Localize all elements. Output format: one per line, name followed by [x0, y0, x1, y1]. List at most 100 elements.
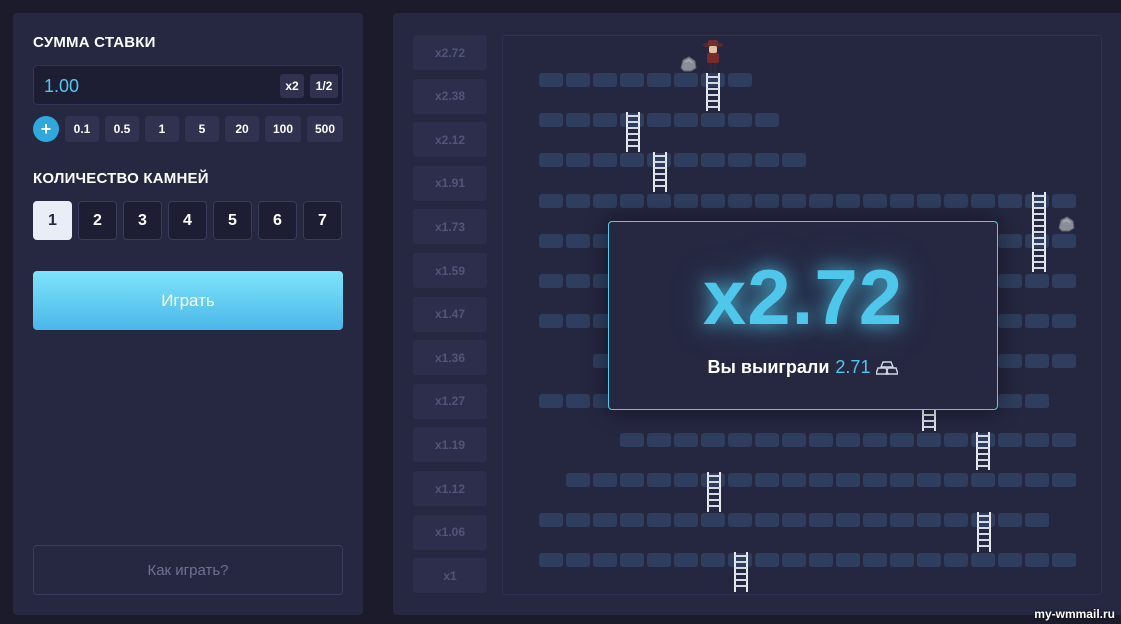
- stone-block: [998, 314, 1022, 328]
- stone-block: [539, 394, 563, 408]
- bet-amount-input[interactable]: [44, 74, 264, 98]
- stone-block: [809, 513, 833, 527]
- stone-block: [998, 553, 1022, 567]
- stones-option-button[interactable]: 4: [168, 201, 207, 240]
- stone-block: [728, 513, 752, 527]
- stone-block: [674, 513, 698, 527]
- stone-block: [539, 553, 563, 567]
- stones-option-button[interactable]: 1: [33, 201, 72, 240]
- win-multiplier: x2.72: [702, 253, 904, 341]
- gold-bars-icon: [876, 360, 899, 375]
- stone-block: [728, 433, 752, 447]
- stone-block: [782, 153, 806, 167]
- multiplier-cell: x1.59: [413, 253, 487, 288]
- stone-block: [917, 513, 941, 527]
- how-to-play-button[interactable]: Как играть?: [33, 545, 343, 595]
- stone-block: [566, 73, 590, 87]
- multiplier-cell: x1.73: [413, 209, 487, 245]
- stone-block: [863, 553, 887, 567]
- stone-block: [566, 113, 590, 127]
- stone-block: [674, 433, 698, 447]
- stone-block: [863, 473, 887, 487]
- ladder-icon: [975, 512, 993, 557]
- stone-block: [836, 513, 860, 527]
- stone-block: [728, 73, 752, 87]
- stone-block: [809, 553, 833, 567]
- stones-option-button[interactable]: 6: [258, 201, 297, 240]
- stone-block: [890, 194, 914, 208]
- stone-block: [809, 194, 833, 208]
- stone-block: [566, 194, 590, 208]
- stone-block: [620, 513, 644, 527]
- quick-amount-button[interactable]: 500: [307, 116, 343, 142]
- stone-block: [1052, 194, 1076, 208]
- multiplier-cell: x1.47: [413, 296, 487, 332]
- stone-block: [1025, 354, 1049, 368]
- stones-count-title: КОЛИЧЕСТВО КАМНЕЙ: [33, 170, 209, 187]
- stones-option-button[interactable]: 3: [123, 201, 162, 240]
- ladder-icon: [651, 152, 669, 197]
- quick-amount-button[interactable]: 0.1: [65, 116, 99, 142]
- stone-block: [998, 234, 1022, 248]
- stone-block: [566, 153, 590, 167]
- stone-block: [701, 433, 725, 447]
- stone-block: [971, 194, 995, 208]
- play-button[interactable]: Играть: [33, 271, 343, 330]
- multiplier-cell: x1.36: [413, 340, 487, 376]
- quick-amount-button[interactable]: 100: [265, 116, 301, 142]
- quick-amount-button[interactable]: 1: [145, 116, 179, 142]
- stone-block: [1052, 354, 1076, 368]
- stone-block: [1025, 433, 1049, 447]
- stone-block: [1025, 553, 1049, 567]
- stone-block: [944, 473, 968, 487]
- stone-block: [1025, 314, 1049, 328]
- quick-amount-button[interactable]: 0.5: [105, 116, 139, 142]
- stone-block: [539, 194, 563, 208]
- stone-block: [674, 113, 698, 127]
- game-panel: x2.72 x2.38 x2.12 x1.91 x1.73 x1.59 x1.47 x1.36…: [393, 13, 1121, 615]
- stone-block: [566, 234, 590, 248]
- multiplier-cell: x1.91: [413, 165, 487, 201]
- bet-amount-field[interactable]: x2 1/2: [33, 65, 343, 105]
- stone-block: [539, 274, 563, 288]
- win-amount: 2.71: [835, 357, 871, 377]
- plus-icon[interactable]: +: [33, 116, 59, 142]
- stone-block: [593, 553, 617, 567]
- rock-icon: [1057, 216, 1075, 237]
- quick-amount-button[interactable]: 20: [225, 116, 259, 142]
- multiplier-cell: x1: [413, 558, 487, 594]
- stone-block: [593, 473, 617, 487]
- half-bet-button[interactable]: 1/2: [310, 74, 338, 98]
- ladder-icon: [974, 432, 992, 475]
- stones-option-button[interactable]: 5: [213, 201, 252, 240]
- multiplier-cell: x1.27: [413, 383, 487, 419]
- stone-block: [1052, 433, 1076, 447]
- stone-block: [620, 73, 644, 87]
- win-message: Вы выиграли 2.71: [609, 357, 997, 378]
- stone-block: [674, 473, 698, 487]
- stone-block: [755, 513, 779, 527]
- multiplier-cell: x2.38: [413, 78, 487, 114]
- multiplier-cell: x2.12: [413, 122, 487, 158]
- stone-block: [1025, 394, 1049, 408]
- stones-option-button[interactable]: 2: [78, 201, 117, 240]
- double-bet-button[interactable]: x2: [280, 74, 304, 98]
- stone-block: [917, 194, 941, 208]
- stone-block: [917, 553, 941, 567]
- stone-block: [944, 553, 968, 567]
- stone-block: [566, 553, 590, 567]
- stone-block: [755, 553, 779, 567]
- stone-block: [1052, 314, 1076, 328]
- quick-amount-button[interactable]: 5: [185, 116, 219, 142]
- stone-block: [890, 473, 914, 487]
- stone-block: [647, 433, 671, 447]
- stones-option-button[interactable]: 7: [303, 201, 342, 240]
- stone-block: [863, 194, 887, 208]
- multiplier-cell: x2.72: [413, 35, 487, 70]
- multiplier-cell: x1.12: [413, 471, 487, 506]
- stone-block: [998, 354, 1022, 368]
- stone-block: [944, 513, 968, 527]
- stone-block: [620, 473, 644, 487]
- bet-panel: СУММА СТАВКИ x2 1/2 + 0.10.51520100500 К…: [13, 13, 363, 615]
- stone-block: [593, 113, 617, 127]
